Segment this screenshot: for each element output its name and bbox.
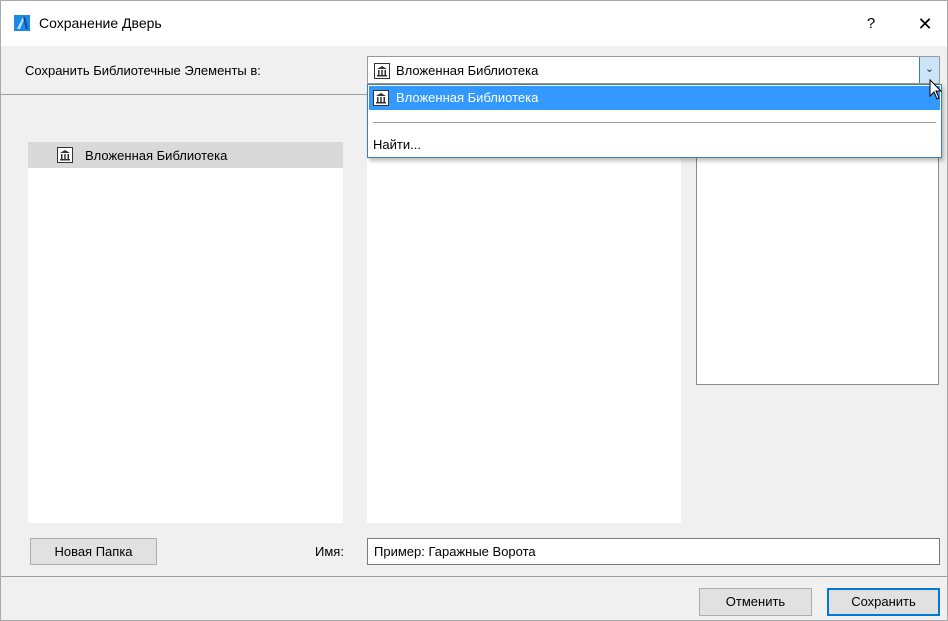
save-location-value: Вложенная Библиотека	[396, 63, 539, 78]
save-dialog: Сохранение Дверь ? ✕ Сохранить Библиотеч…	[0, 0, 948, 621]
title-bar: Сохранение Дверь ? ✕	[1, 1, 947, 46]
help-button[interactable]: ?	[856, 11, 886, 37]
window-title: Сохранение Дверь	[39, 15, 162, 31]
library-icon	[57, 147, 73, 163]
library-tree-panel[interactable]: Вложенная Библиотека	[28, 142, 343, 523]
header-divider	[1, 94, 367, 95]
new-folder-button[interactable]: Новая Папка	[30, 538, 157, 565]
dropdown-separator	[373, 122, 936, 123]
tree-item-library[interactable]: Вложенная Библиотека	[28, 142, 343, 168]
dropdown-item-label: Вложенная Библиотека	[396, 90, 539, 105]
library-icon	[374, 63, 390, 79]
footer-divider	[1, 576, 947, 577]
library-icon	[373, 90, 389, 106]
dropdown-item-library[interactable]: Вложенная Библиотека	[369, 86, 940, 110]
tree-item-label: Вложенная Библиотека	[85, 148, 228, 163]
save-location-combobox[interactable]: Вложенная Библиотека ⌄	[367, 56, 940, 84]
mouse-cursor-icon	[929, 79, 943, 100]
close-button[interactable]: ✕	[908, 11, 942, 37]
name-input[interactable]: Пример: Гаражные Ворота	[367, 538, 940, 565]
preview-panel	[696, 157, 939, 385]
save-button[interactable]: Сохранить	[827, 588, 940, 616]
folder-contents-panel[interactable]	[367, 157, 681, 523]
dropdown-item-find[interactable]: Найти...	[373, 137, 421, 152]
save-location-dropdown[interactable]: Вложенная Библиотека Найти...	[367, 84, 942, 158]
cancel-button[interactable]: Отменить	[699, 588, 812, 616]
save-to-label: Сохранить Библиотечные Элементы в:	[25, 63, 261, 78]
name-label: Имя:	[315, 544, 344, 559]
archicad-app-icon	[14, 15, 30, 31]
